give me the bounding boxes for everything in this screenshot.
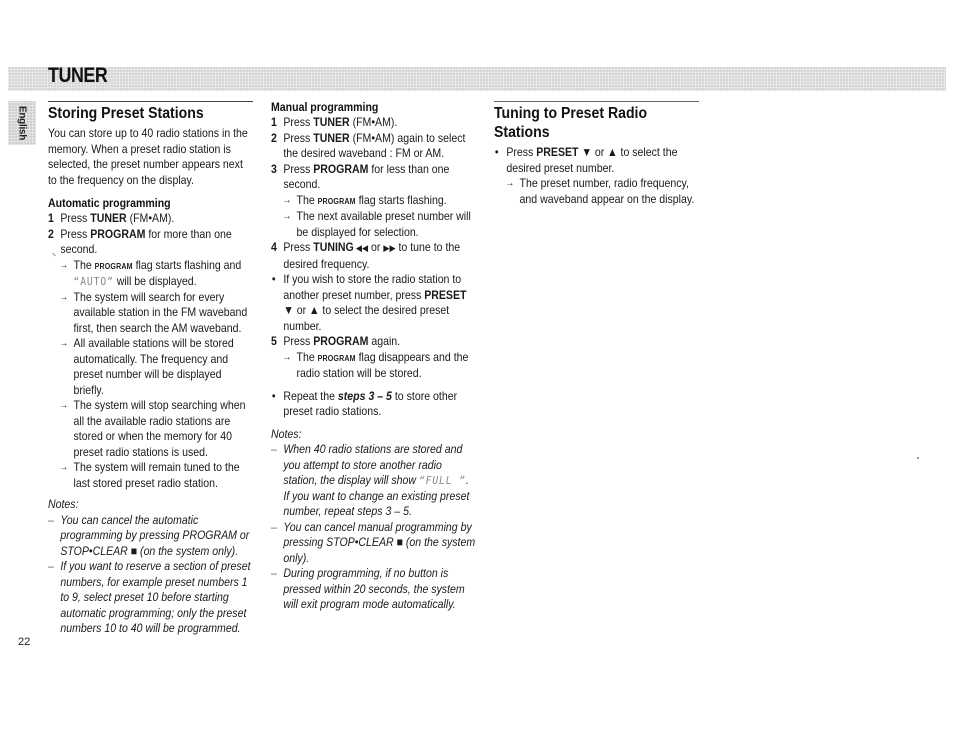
storing-intro: You can store up to 40 radio stations in… xyxy=(48,126,248,187)
arrow-icon: → xyxy=(59,400,69,411)
column-storing: Storing Preset Stations You can store up… xyxy=(48,101,253,637)
program-flag: PROGRAM xyxy=(94,261,133,271)
manual-step-1: 1 Press TUNER (FM•AM). xyxy=(271,115,398,129)
auto-result: → The system will stop searching when al… xyxy=(59,398,246,459)
arrow-icon: → xyxy=(59,462,69,473)
key-label: PRESET xyxy=(536,145,579,159)
arrow-icon: → xyxy=(282,194,292,206)
auto-step-1: 1 Press TUNER (FM•AM). xyxy=(48,211,175,225)
program-flag: PROGRAM xyxy=(317,353,356,363)
rewind-icon: ◀◀ xyxy=(353,243,369,253)
arrow-icon: → xyxy=(282,211,292,222)
dash-icon: – xyxy=(48,559,54,573)
bullet-icon: • xyxy=(271,388,276,403)
arrow-icon: → xyxy=(59,291,69,303)
dash-icon: – xyxy=(271,442,277,456)
key-label: PROGRAM xyxy=(313,334,369,348)
manual-step-2: 2 Press TUNER (FM•AM) again to select th… xyxy=(271,130,466,161)
auto-programming-heading: Automatic programming xyxy=(48,196,171,210)
section-title: TUNER xyxy=(48,64,108,87)
tuning-heading: Tuning to Preset Radio Stations xyxy=(494,105,648,141)
note-item: – You can cancel the automatic programmi… xyxy=(48,512,250,558)
steps-reference: steps 3 – 5 xyxy=(337,388,392,403)
note-item: – You can cancel manual programming by p… xyxy=(271,519,476,565)
heading-rule xyxy=(48,101,253,102)
notes-label: Notes: xyxy=(271,426,302,441)
lcd-text: “AUTO” xyxy=(73,275,114,288)
step-number: 5 xyxy=(271,334,277,348)
column-tuning: Tuning to Preset Radio Stations • Press … xyxy=(494,101,699,207)
dash-icon: – xyxy=(48,512,54,527)
arrow-icon: → xyxy=(282,351,292,363)
manual-programming-heading: Manual programming xyxy=(271,100,379,114)
auto-result: → The system will search for every avail… xyxy=(59,289,248,335)
heading-rule xyxy=(494,101,699,102)
arrow-icon: → xyxy=(59,259,69,271)
tuning-result: → The preset number, radio frequency, an… xyxy=(505,176,695,206)
bullet-icon: • xyxy=(271,272,276,286)
lcd-text: “FULL ” xyxy=(418,474,466,487)
step-number: 3 xyxy=(271,161,277,176)
storing-heading: Storing Preset Stations xyxy=(48,105,204,122)
note-item: – During programming, if no button is pr… xyxy=(271,566,465,611)
step-number: 2 xyxy=(271,130,277,145)
manual-result: → The PROGRAM flag disappears and the ra… xyxy=(282,349,469,381)
column-manual: Manual programming 1 Press TUNER (FM•AM)… xyxy=(271,100,476,613)
key-label: PROGRAM xyxy=(90,226,146,241)
dash-icon: – xyxy=(271,566,277,580)
manual-step-4: 4 Press TUNING ◀◀ or ▶▶ to tune to the d… xyxy=(271,240,461,271)
step-number: 1 xyxy=(48,211,54,225)
key-label: TUNING xyxy=(313,240,354,254)
manual-bullet: • Repeat the steps 3 – 5 to store other … xyxy=(271,388,458,419)
page-number: 22 xyxy=(18,636,31,648)
auto-result: → The PROGRAM flag starts flashing and “… xyxy=(59,257,242,289)
manual-step-5: 5 Press PROGRAM again. xyxy=(271,334,401,348)
manual-step-3: 3 Press PROGRAM for less than one second… xyxy=(271,161,450,192)
tuning-bullet: • Press PRESET ▼ or ▲ to select the desi… xyxy=(494,145,678,175)
auto-step-2: 2 Press PROGRAM for more than one second… xyxy=(48,226,232,257)
key-label: TUNER xyxy=(313,115,350,129)
language-tab-label: English xyxy=(16,105,28,141)
dash-icon: – xyxy=(271,519,277,534)
note-item: – When 40 radio stations are stored and … xyxy=(271,442,470,518)
arrow-icon: → xyxy=(505,178,515,189)
step-number: 2 xyxy=(48,226,54,241)
manual-result: → The PROGRAM flag starts flashing. xyxy=(282,192,447,207)
arrow-icon: → xyxy=(59,338,69,349)
key-label: PRESET xyxy=(424,287,467,302)
step-number: 1 xyxy=(271,115,277,129)
note-item: – If you want to reserve a section of pr… xyxy=(48,559,251,635)
step-number: 4 xyxy=(271,240,277,254)
section-header-band xyxy=(8,67,946,91)
auto-result: → All available stations will be stored … xyxy=(59,336,234,397)
key-label: TUNER xyxy=(313,130,350,145)
fast-forward-icon: ▶▶ xyxy=(383,243,396,253)
program-flag: PROGRAM xyxy=(317,196,356,206)
key-label: PROGRAM xyxy=(313,161,369,176)
manual-result: → The next available preset number will … xyxy=(282,209,471,239)
stray-speck xyxy=(917,457,919,459)
notes-label: Notes: xyxy=(48,497,79,511)
bullet-icon: • xyxy=(494,145,499,159)
manual-bullet: • If you wish to store the radio station… xyxy=(271,272,467,333)
key-label: TUNER xyxy=(90,211,127,225)
auto-result: → The system will remain tuned to the la… xyxy=(59,460,240,490)
language-tab: English xyxy=(8,101,36,145)
